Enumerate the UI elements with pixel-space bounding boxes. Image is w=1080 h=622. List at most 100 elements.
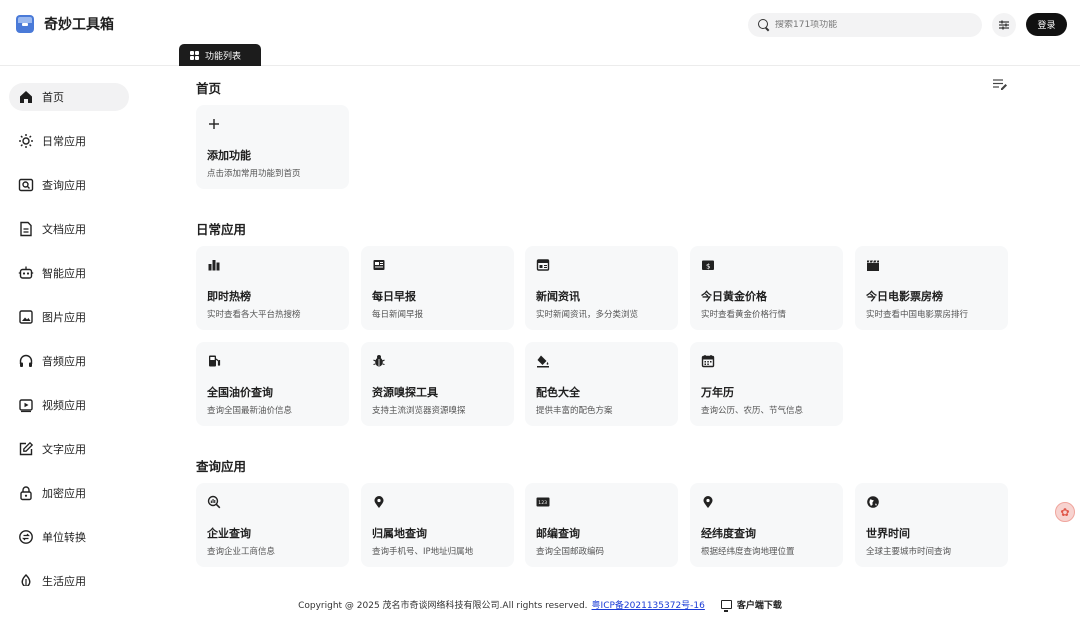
card-resource-sniffer[interactable]: 资源嗅探工具 支持主流浏览器资源嗅探 <box>361 342 514 426</box>
add-function-card[interactable]: 添加功能 点击添加常用功能到首页 <box>196 105 349 189</box>
icp-link[interactable]: 粤ICP备2021135372号-16 <box>592 598 705 611</box>
bug-icon <box>373 355 385 367</box>
card-title: 经纬度查询 <box>701 527 756 540</box>
search-icon <box>758 19 770 31</box>
card-desc: 查询全国最新油价信息 <box>207 406 293 416</box>
sidebar-item-unit-convert[interactable]: 单位转换 <box>9 523 129 551</box>
card-desc: 支持主流浏览器资源嗅探 <box>372 406 466 416</box>
sidebar-item-image[interactable]: 图片应用 <box>9 303 129 331</box>
card-desc: 提供丰富的配色方案 <box>536 406 613 416</box>
card-title: 资源嗅探工具 <box>372 386 438 399</box>
card-title: 新闻资讯 <box>536 290 580 303</box>
newspaper-icon <box>373 260 385 270</box>
card-morning-news[interactable]: 每日早报 每日新闻早报 <box>361 246 514 330</box>
card-company-query[interactable]: 企业查询 查询企业工商信息 <box>196 483 349 567</box>
card-world-time[interactable]: 世界时间 全球主要城市时间查询 <box>855 483 1008 567</box>
card-desc: 实时查看黄金价格行情 <box>701 310 787 320</box>
card-desc: 点击添加常用功能到首页 <box>207 169 301 179</box>
client-download-link[interactable]: 客户端下载 <box>720 598 782 612</box>
card-latlng-query[interactable]: 经纬度查询 根据经纬度查询地理位置 <box>690 483 843 567</box>
sidebar-item-query[interactable]: 查询应用 <box>9 171 129 199</box>
toolbox-logo-icon <box>16 15 34 33</box>
sidebar-item-label: 加密应用 <box>42 487 86 500</box>
sidebar-item-label: 音频应用 <box>42 355 86 368</box>
card-color-palette[interactable]: 配色大全 提供丰富的配色方案 <box>525 342 678 426</box>
card-title: 归属地查询 <box>372 527 427 540</box>
sidebar-item-label: 文字应用 <box>42 443 86 456</box>
sidebar-item-label: 智能应用 <box>42 267 86 280</box>
card-title: 企业查询 <box>207 527 251 540</box>
headphones-icon <box>19 354 33 367</box>
card-desc: 实时查看中国电影票房排行 <box>866 310 969 320</box>
card-title: 万年历 <box>701 386 734 399</box>
tab-function-list[interactable]: 功能列表 <box>179 44 261 66</box>
card-title: 世界时间 <box>866 527 910 540</box>
monitor-icon <box>720 599 732 612</box>
number-123-icon: 123 <box>536 497 550 507</box>
card-location-query[interactable]: 归属地查询 查询手机号、IP地址归属地 <box>361 483 514 567</box>
card-hot-list[interactable]: 即时热榜 实时查看各大平台热搜榜 <box>196 246 349 330</box>
sidebar-item-document[interactable]: 文档应用 <box>9 215 129 243</box>
location-pin-icon <box>374 496 384 508</box>
card-title: 邮编查询 <box>536 527 580 540</box>
card-title: 全国油价查询 <box>207 386 273 399</box>
news-icon <box>536 259 550 271</box>
sidebar-item-label: 单位转换 <box>42 531 86 544</box>
paint-bucket-icon <box>537 355 549 368</box>
bar-chart-icon <box>208 260 220 271</box>
edit-text-icon <box>19 441 34 456</box>
video-icon <box>19 399 33 413</box>
calendar-icon <box>701 355 715 368</box>
login-button[interactable]: 登录 <box>1026 13 1067 36</box>
sidebar-item-home[interactable]: 首页 <box>9 83 129 111</box>
sidebar-item-video[interactable]: 视频应用 <box>9 391 129 419</box>
section-title-daily: 日常应用 <box>196 222 247 237</box>
home-icon <box>20 91 32 103</box>
card-desc: 查询公历、农历、节气信息 <box>701 406 804 416</box>
search-input[interactable] <box>775 20 975 30</box>
sidebar-item-encrypt[interactable]: 加密应用 <box>9 479 129 507</box>
sidebar-item-label: 日常应用 <box>42 135 86 148</box>
card-perpetual-calendar[interactable]: 万年历 查询公历、农历、节气信息 <box>690 342 843 426</box>
sliders-icon <box>999 20 1009 30</box>
search-box-icon <box>18 178 34 192</box>
search-bar[interactable] <box>748 13 982 37</box>
card-desc: 查询全国邮政编码 <box>536 547 605 557</box>
card-news[interactable]: 新闻资讯 实时新闻资讯，多分类浏览 <box>525 246 678 330</box>
sidebar-item-label: 查询应用 <box>42 179 86 192</box>
card-desc: 根据经纬度查询地理位置 <box>701 547 795 557</box>
sidebar-item-text[interactable]: 文字应用 <box>9 435 129 463</box>
sidebar-item-audio[interactable]: 音频应用 <box>9 347 129 375</box>
sidebar-item-daily[interactable]: 日常应用 <box>9 127 129 155</box>
card-box-office[interactable]: 今日电影票房榜 实时查看中国电影票房排行 <box>855 246 1008 330</box>
sidebar-item-label: 图片应用 <box>42 311 86 324</box>
svg-text:$: $ <box>706 262 710 270</box>
sidebar-item-smart[interactable]: 智能应用 <box>9 259 129 287</box>
clapperboard-icon <box>867 260 879 271</box>
edit-list-icon[interactable] <box>992 78 1008 92</box>
floating-helper-icon[interactable]: ✿ <box>1055 502 1075 522</box>
section-title-home: 首页 <box>196 81 222 96</box>
sidebar-item-label: 文档应用 <box>42 223 86 236</box>
svg-text:123: 123 <box>538 500 547 506</box>
card-desc: 查询企业工商信息 <box>207 547 276 557</box>
card-desc: 实时新闻资讯，多分类浏览 <box>536 310 639 320</box>
card-desc: 实时查看各大平台热搜榜 <box>207 310 301 320</box>
convert-icon <box>19 530 33 544</box>
card-gold-price[interactable]: $ 今日黄金价格 实时查看黄金价格行情 <box>690 246 843 330</box>
grid-icon <box>190 50 199 60</box>
sidebar-item-label: 视频应用 <box>42 399 86 412</box>
sidebar-item-label: 首页 <box>42 91 64 104</box>
money-icon: $ <box>702 260 714 270</box>
plus-icon <box>209 119 219 129</box>
app-logo[interactable]: 奇妙工具箱 <box>16 14 114 34</box>
magnifier-chart-icon <box>207 495 221 509</box>
filter-settings-button[interactable] <box>992 13 1016 37</box>
sidebar: 首页 日常应用 查询应用 文档应用 智能应用 图片应用 音频应用 视频应用 文字… <box>0 66 160 588</box>
top-header: 奇妙工具箱 登录 功能列表 <box>0 0 1080 66</box>
card-oil-price[interactable]: 全国油价查询 查询全国最新油价信息 <box>196 342 349 426</box>
lock-icon <box>20 486 32 501</box>
card-title: 今日电影票房榜 <box>866 290 943 303</box>
card-postcode-query[interactable]: 123 邮编查询 查询全国邮政编码 <box>525 483 678 567</box>
card-title: 添加功能 <box>207 149 251 162</box>
